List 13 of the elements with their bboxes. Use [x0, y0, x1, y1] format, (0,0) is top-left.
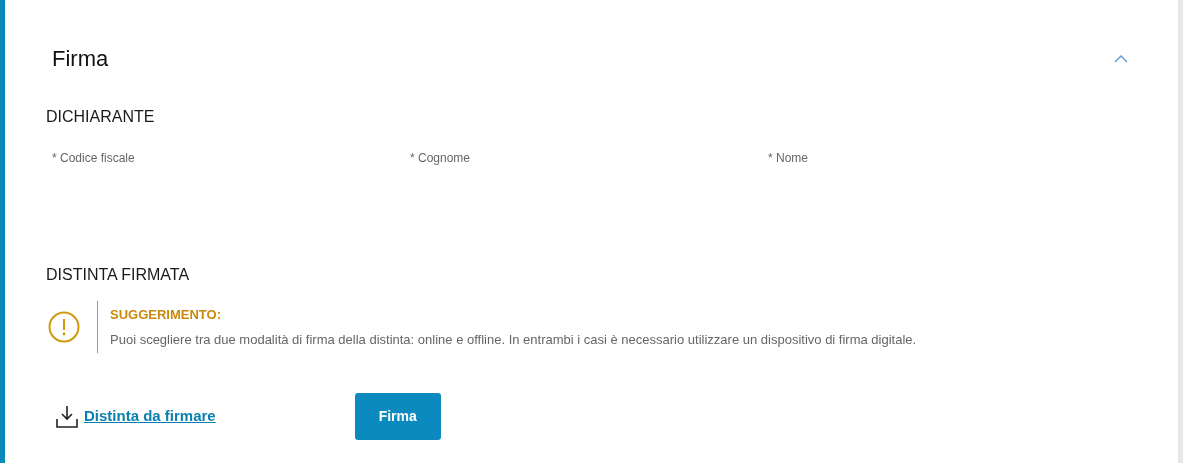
- callout-title: SUGGERIMENTO:: [110, 305, 222, 324]
- panel-title: Firma: [52, 45, 109, 73]
- field-label: * Nome: [768, 150, 809, 167]
- section-heading: DICHIARANTE: [46, 107, 156, 127]
- field-label: * Codice fiscale: [52, 150, 136, 167]
- field-label: * Cognome: [410, 150, 472, 167]
- chevron-icon: [1114, 54, 1128, 63]
- download-icon: [56, 404, 78, 429]
- sign-button[interactable]: Firma: [354, 393, 441, 440]
- download-link[interactable]: Distinta da firmare: [84, 405, 216, 428]
- exclamation-icon: [48, 311, 80, 343]
- section-heading: DISTINTA FIRMATA: [46, 265, 191, 285]
- callout-text: Puoi scegliere tra due modalità di firma della distinta: online e offline. In entrambi i casi è necessario utilizzare un dispositivo di firma digitale.: [110, 331, 917, 349]
